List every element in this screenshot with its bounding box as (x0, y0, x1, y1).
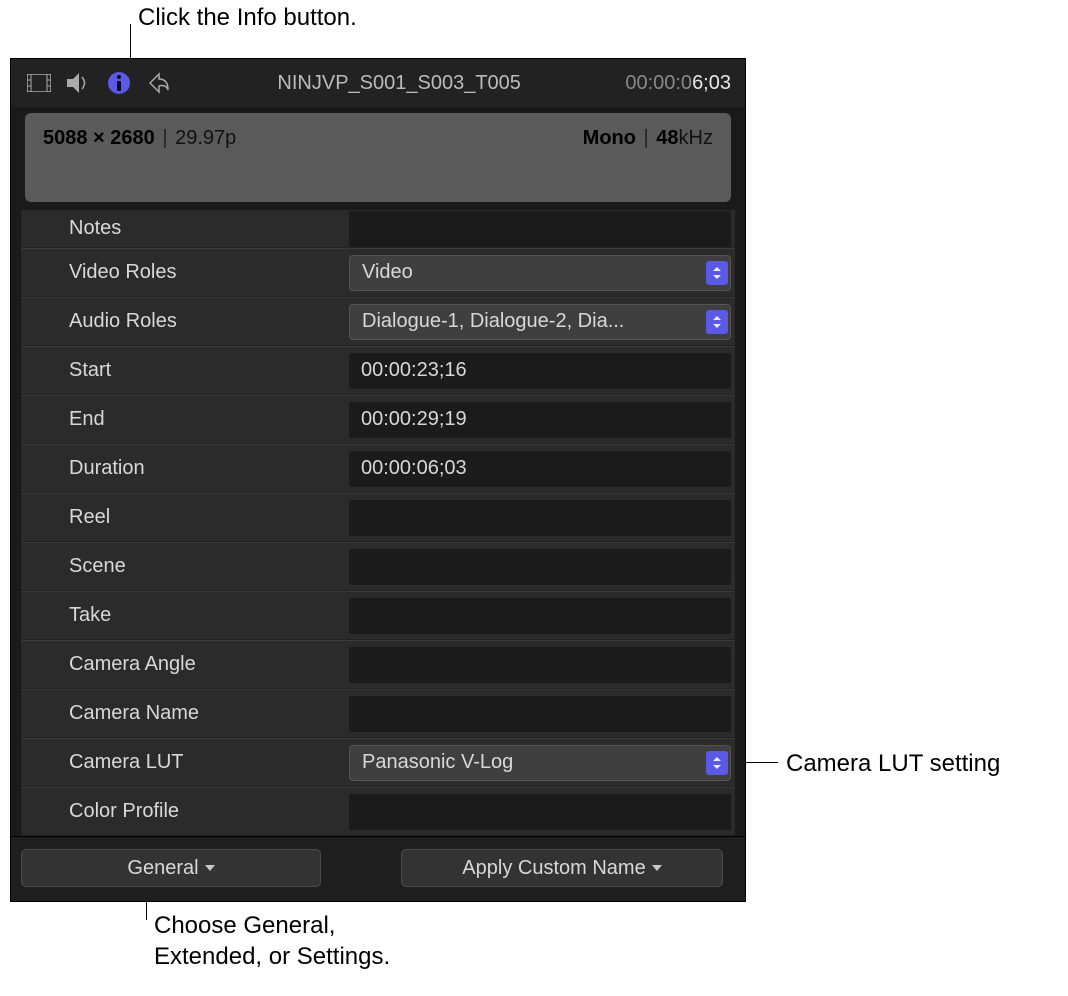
chevron-updown-icon (706, 751, 728, 775)
camera-name-label: Camera Name (69, 702, 349, 725)
callout-lut: Camera LUT setting (786, 748, 1000, 779)
chevron-down-icon (652, 865, 662, 871)
field-camera-name: Camera Name (21, 689, 735, 738)
share-tab-icon[interactable] (145, 69, 173, 97)
duration-timecode: 00:00:06;03 (625, 72, 731, 95)
metadata-view-popup[interactable]: General (21, 849, 321, 887)
scene-input[interactable] (349, 549, 731, 585)
field-video-roles: Video Roles Video (21, 248, 735, 297)
field-color-profile: Color Profile (21, 787, 735, 836)
info-tab-button[interactable] (105, 69, 133, 97)
scene-label: Scene (69, 555, 349, 578)
field-camera-lut: Camera LUT Panasonic V-Log (21, 738, 735, 787)
apply-custom-name-popup[interactable]: Apply Custom Name (401, 849, 723, 887)
video-tab-icon[interactable] (25, 69, 53, 97)
field-end: End 00:00:29;19 (21, 395, 735, 444)
color-profile-label: Color Profile (69, 800, 349, 823)
audio-roles-popup[interactable]: Dialogue-1, Dialogue-2, Dia... (349, 304, 731, 340)
camera-lut-popup[interactable]: Panasonic V-Log (349, 745, 731, 781)
field-reel: Reel (21, 493, 735, 542)
end-value[interactable]: 00:00:29;19 (349, 402, 731, 438)
duration-label: Duration (69, 457, 349, 480)
audio-roles-label: Audio Roles (69, 310, 349, 333)
field-duration: Duration 00:00:06;03 (21, 444, 735, 493)
chevron-down-icon (205, 865, 215, 871)
field-camera-angle: Camera Angle (21, 640, 735, 689)
field-notes: Notes (21, 210, 735, 248)
audio-tab-icon[interactable] (65, 69, 93, 97)
metadata-field-list: Notes Video Roles Video Audio Roles Dial… (11, 210, 745, 836)
reel-label: Reel (69, 506, 349, 529)
chevron-updown-icon (706, 310, 728, 334)
info-inspector: NINJVP_S001_S003_T005 00:00:06;03 5088 ×… (10, 58, 746, 902)
reel-input[interactable] (349, 500, 731, 536)
video-format: 5088 × 2680 | 29.97p (43, 127, 236, 150)
inspector-bottom-bar: General Apply Custom Name (11, 836, 745, 901)
notes-input[interactable] (349, 211, 731, 247)
callout-views: Choose General, Extended, or Settings. (154, 910, 444, 972)
start-value[interactable]: 00:00:23;16 (349, 353, 731, 389)
camera-lut-label: Camera LUT (69, 751, 349, 774)
field-audio-roles: Audio Roles Dialogue-1, Dialogue-2, Dia.… (21, 297, 735, 346)
take-input[interactable] (349, 598, 731, 634)
duration-value[interactable]: 00:00:06;03 (349, 451, 731, 487)
clip-name: NINJVP_S001_S003_T005 (185, 72, 613, 95)
clip-summary: 5088 × 2680 | 29.97p Mono | 48kHz (25, 113, 731, 202)
video-roles-popup[interactable]: Video (349, 255, 731, 291)
field-scene: Scene (21, 542, 735, 591)
video-roles-label: Video Roles (69, 261, 349, 284)
chevron-updown-icon (706, 261, 728, 285)
color-profile-input[interactable] (349, 794, 731, 830)
audio-format: Mono | 48kHz (583, 127, 713, 150)
end-label: End (69, 408, 349, 431)
inspector-toolbar: NINJVP_S001_S003_T005 00:00:06;03 (11, 59, 745, 107)
field-start: Start 00:00:23;16 (21, 346, 735, 395)
callout-info: Click the Info button. (138, 2, 357, 33)
start-label: Start (69, 359, 349, 382)
take-label: Take (69, 604, 349, 627)
field-take: Take (21, 591, 735, 640)
camera-angle-input[interactable] (349, 647, 731, 683)
camera-angle-label: Camera Angle (69, 653, 349, 676)
notes-label: Notes (69, 217, 349, 240)
camera-name-input[interactable] (349, 696, 731, 732)
